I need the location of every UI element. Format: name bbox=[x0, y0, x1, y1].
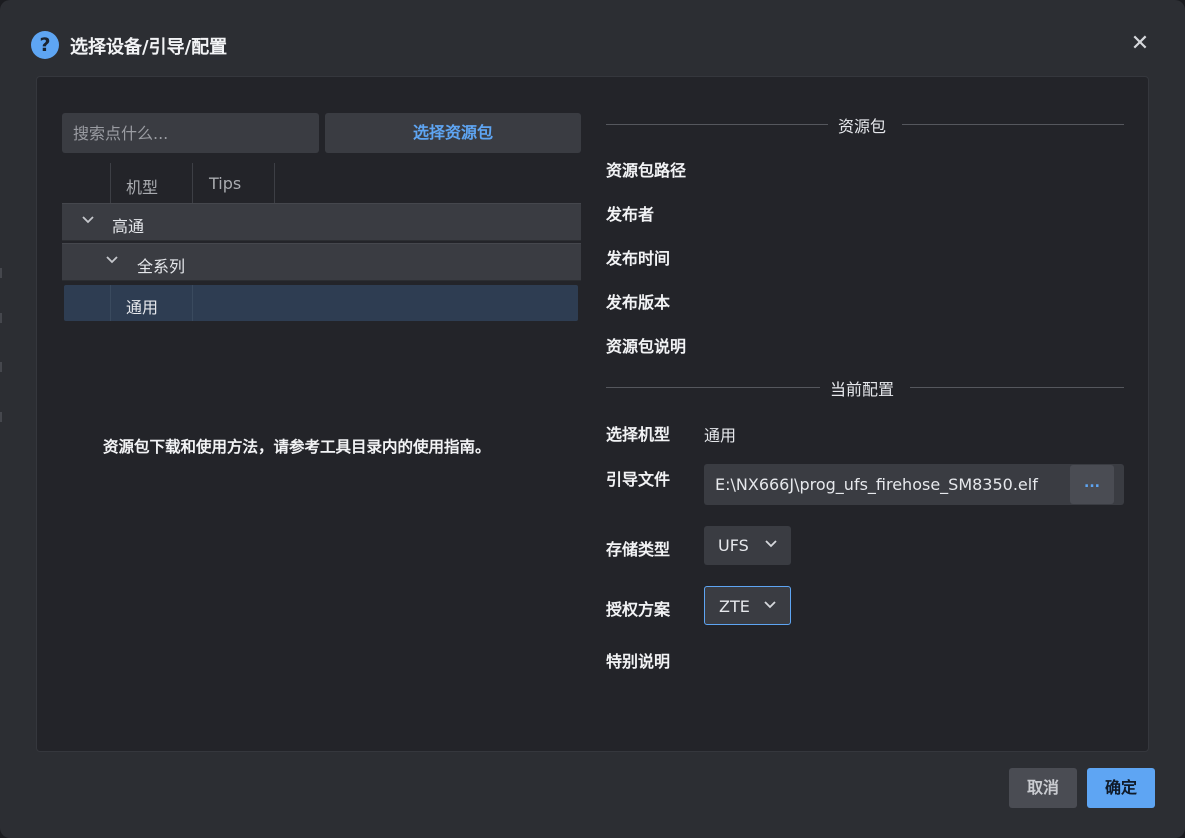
usage-hint: 资源包下载和使用方法，请参考工具目录内的使用指南。 bbox=[103, 438, 491, 456]
edge-mark bbox=[0, 362, 2, 372]
column-separator[interactable] bbox=[274, 163, 275, 203]
field-label-publish-time: 发布时间 bbox=[606, 249, 671, 268]
close-icon: ✕ bbox=[1130, 31, 1150, 56]
dialog: ? 选择设备/引导/配置 ✕ 选择资源包 机型 Tips 高通 全系列 bbox=[0, 0, 1185, 838]
loader-file-field[interactable]: E:\NX666J\prog_ufs_firehose_SM8350.elf .… bbox=[704, 464, 1124, 505]
field-label-auth: 授权方案 bbox=[606, 600, 671, 619]
chevron-down-icon[interactable] bbox=[80, 212, 96, 228]
field-label-package-description: 资源包说明 bbox=[606, 337, 687, 356]
column-separator[interactable] bbox=[110, 163, 111, 203]
storage-type-select[interactable]: UFS bbox=[704, 526, 791, 565]
edge-mark bbox=[0, 412, 2, 422]
search-input[interactable] bbox=[62, 113, 319, 153]
tree-row-label: 高通 bbox=[112, 217, 145, 236]
select-package-button[interactable]: 选择资源包 bbox=[325, 113, 581, 153]
edge-mark bbox=[0, 268, 2, 278]
field-label-special-note: 特别说明 bbox=[606, 652, 671, 671]
tree-row-vendor[interactable]: 高通 bbox=[62, 203, 581, 241]
tree-row-series[interactable]: 全系列 bbox=[62, 243, 581, 281]
loader-file-path[interactable]: E:\NX666J\prog_ufs_firehose_SM8350.elf bbox=[715, 475, 1038, 494]
tree-row-label: 全系列 bbox=[137, 257, 186, 276]
field-label-publish-version: 发布版本 bbox=[606, 293, 671, 312]
column-separator[interactable] bbox=[192, 163, 193, 203]
chevron-down-icon bbox=[764, 601, 776, 609]
confirm-button[interactable]: 确定 bbox=[1087, 768, 1155, 808]
browse-button[interactable]: ... bbox=[1070, 465, 1114, 504]
section-title: 当前配置 bbox=[830, 380, 895, 399]
title-bar: ? 选择设备/引导/配置 ✕ bbox=[0, 0, 1185, 76]
column-separator bbox=[110, 285, 111, 321]
chevron-down-icon[interactable] bbox=[104, 252, 120, 268]
edge-mark bbox=[0, 313, 2, 323]
cancel-button[interactable]: 取消 bbox=[1009, 768, 1077, 808]
column-header-tips[interactable]: Tips bbox=[209, 174, 241, 193]
section-divider-package: 资源包 bbox=[606, 113, 1124, 137]
field-label-loader: 引导文件 bbox=[606, 470, 671, 489]
dialog-title: 选择设备/引导/配置 bbox=[70, 37, 228, 58]
tree-row-model-selected[interactable]: 通用 bbox=[64, 285, 578, 321]
question-icon: ? bbox=[31, 31, 59, 59]
storage-type-value: UFS bbox=[718, 536, 749, 555]
column-separator bbox=[192, 285, 193, 321]
field-label-storage: 存储类型 bbox=[606, 540, 671, 559]
tree-row-label: 通用 bbox=[126, 298, 159, 317]
field-label-publisher: 发布者 bbox=[606, 205, 655, 224]
model-value: 通用 bbox=[704, 426, 737, 445]
section-title: 资源包 bbox=[838, 117, 887, 136]
auth-scheme-select[interactable]: ZTE bbox=[704, 586, 791, 625]
field-label-model: 选择机型 bbox=[606, 425, 671, 444]
section-divider-config: 当前配置 bbox=[606, 376, 1124, 400]
field-label-package-path: 资源包路径 bbox=[606, 161, 687, 180]
content-panel: 选择资源包 机型 Tips 高通 全系列 通用 资源包下载和使用方法，请参考工具… bbox=[36, 76, 1149, 752]
chevron-down-icon bbox=[765, 540, 777, 548]
auth-scheme-value: ZTE bbox=[719, 597, 750, 616]
tree-header: 机型 Tips bbox=[62, 163, 581, 203]
close-button[interactable]: ✕ bbox=[1128, 32, 1152, 56]
column-header-model[interactable]: 机型 bbox=[126, 174, 158, 198]
